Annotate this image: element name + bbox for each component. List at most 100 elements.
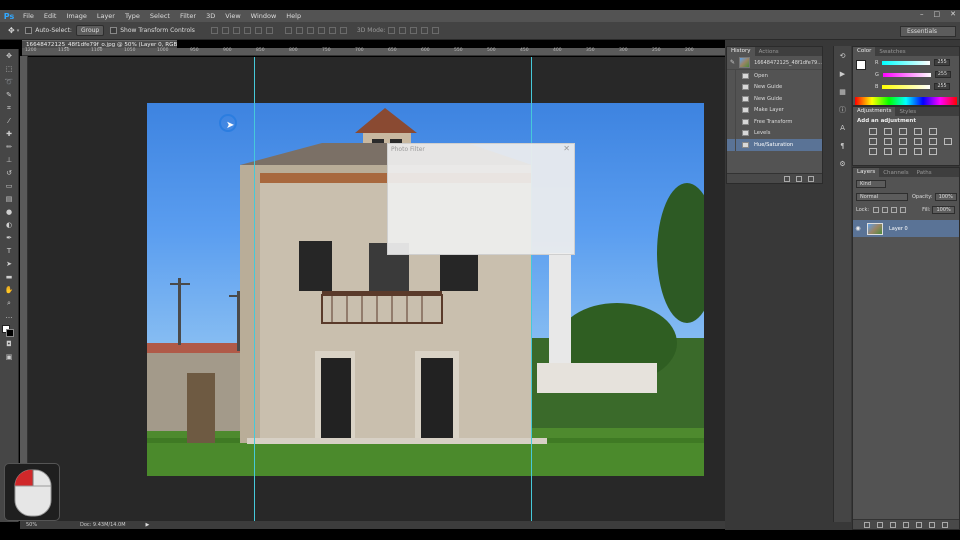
opacity-field[interactable]: 100%	[934, 192, 957, 201]
vertical-guide-left[interactable]	[254, 57, 255, 522]
actions-panel-icon[interactable]: ▶	[838, 69, 848, 79]
tab-color[interactable]: Color	[853, 47, 876, 56]
workspace-dropdown[interactable]: Essentials	[900, 26, 956, 37]
visibility-eye-icon[interactable]: ◉	[853, 225, 863, 232]
move-tool-icon[interactable]: ✥	[8, 26, 15, 35]
align-top-icon[interactable]	[210, 27, 218, 34]
type-tool-icon[interactable]: T	[4, 246, 15, 256]
history-step-free-transform[interactable]: Free Transform	[727, 116, 822, 128]
layer-row[interactable]: ◉ Layer 0	[853, 220, 959, 237]
eyedropper-tool-icon[interactable]: ⁄	[4, 116, 15, 126]
menu-window[interactable]: Window	[251, 12, 277, 20]
distribute-left-icon[interactable]	[317, 27, 325, 34]
history-panel-icon[interactable]: ⟲	[838, 51, 848, 61]
distribute-bottom-icon[interactable]	[306, 27, 314, 34]
gradient-tool-icon[interactable]: ▤	[4, 194, 15, 204]
channel-mixer-icon[interactable]	[929, 138, 937, 145]
exposure-icon[interactable]	[914, 128, 922, 135]
3d-rotate-icon[interactable]	[387, 27, 395, 34]
pen-tool-icon[interactable]: ✒	[4, 233, 15, 243]
distribute-vcenter-icon[interactable]	[295, 27, 303, 34]
fill-field[interactable]: 100%	[932, 205, 955, 214]
new-layer-icon[interactable]	[929, 521, 935, 528]
layer-style-icon[interactable]	[877, 521, 883, 528]
add-mask-icon[interactable]	[890, 521, 896, 528]
tab-adjustments[interactable]: Adjustments	[853, 107, 896, 116]
blur-tool-icon[interactable]: ●	[4, 207, 15, 217]
quick-mask-icon[interactable]: ◘	[4, 339, 15, 349]
history-step-new-guide[interactable]: New Guide	[727, 81, 822, 93]
path-select-tool-icon[interactable]: ➤	[4, 259, 15, 269]
lasso-tool-icon[interactable]: ➰	[4, 77, 15, 87]
tool-presets-icon[interactable]: ⚙	[838, 159, 848, 169]
selective-color-icon[interactable]	[929, 148, 937, 155]
menu-3d[interactable]: 3D	[206, 12, 215, 20]
info-panel-icon[interactable]: ⓘ	[838, 105, 848, 115]
3d-pan-icon[interactable]	[409, 27, 417, 34]
curves-icon[interactable]	[899, 128, 907, 135]
history-step-hue-saturation[interactable]: Hue/Saturation	[727, 139, 822, 151]
crop-tool-icon[interactable]: ⌗	[4, 103, 15, 113]
align-right-icon[interactable]	[265, 27, 273, 34]
new-document-from-state-icon[interactable]	[784, 175, 790, 182]
lock-position-icon[interactable]	[891, 206, 898, 213]
close-icon[interactable]: ✕	[563, 144, 570, 153]
quick-select-tool-icon[interactable]: ✎	[4, 90, 15, 100]
color-spectrum-ramp[interactable]	[855, 97, 957, 105]
tab-layers[interactable]: Layers	[853, 168, 880, 177]
delete-layer-icon[interactable]	[942, 521, 948, 528]
foreground-color-box[interactable]	[856, 60, 866, 70]
color-balance-icon[interactable]	[884, 138, 892, 145]
red-slider[interactable]	[882, 60, 931, 65]
blend-mode-dropdown[interactable]: Normal	[856, 192, 908, 201]
menu-edit[interactable]: Edit	[44, 12, 57, 20]
menu-view[interactable]: View	[225, 12, 240, 20]
show-transform-checkbox[interactable]	[110, 27, 118, 34]
background-color-swatch[interactable]	[6, 329, 14, 337]
3d-scale-icon[interactable]	[431, 27, 439, 34]
menu-select[interactable]: Select	[150, 12, 170, 20]
history-brush-tool-icon[interactable]: ↺	[4, 168, 15, 178]
screen-mode-icon[interactable]: ▣	[4, 352, 15, 362]
menu-type[interactable]: Type	[125, 12, 140, 20]
zoom-tool-icon[interactable]: ⌕	[4, 298, 15, 308]
hue-saturation-icon[interactable]	[869, 138, 877, 145]
distribute-hcenter-icon[interactable]	[328, 27, 336, 34]
layer-name[interactable]: Layer 0	[889, 226, 908, 232]
align-hcenter-icon[interactable]	[254, 27, 262, 34]
vertical-guide-right[interactable]	[531, 57, 532, 522]
paragraph-panel-icon[interactable]: ¶	[838, 141, 848, 151]
auto-select-dropdown[interactable]: Group	[75, 25, 105, 36]
horizontal-ruler[interactable]: 1200 1150 1100 1050 1000 950 900 850 800…	[22, 48, 725, 56]
layer-kind-filter[interactable]: Kind	[856, 179, 886, 188]
history-snapshot[interactable]: ✎ 16648472125_48f1dfe79...	[727, 56, 822, 70]
lock-all-icon[interactable]	[900, 206, 907, 213]
clone-stamp-tool-icon[interactable]: ⊥	[4, 155, 15, 165]
tab-paths[interactable]: Paths	[913, 170, 936, 176]
menu-filter[interactable]: Filter	[180, 12, 196, 20]
align-bottom-icon[interactable]	[232, 27, 240, 34]
dodge-tool-icon[interactable]: ◐	[4, 220, 15, 230]
invert-icon[interactable]	[869, 148, 877, 155]
menu-file[interactable]: File	[23, 12, 34, 20]
history-step-new-guide-2[interactable]: New Guide	[727, 93, 822, 105]
vertical-ruler[interactable]	[20, 56, 28, 522]
new-group-icon[interactable]	[916, 521, 922, 528]
eraser-tool-icon[interactable]: ▭	[4, 181, 15, 191]
maximize-icon[interactable]: □	[934, 10, 941, 18]
green-slider[interactable]	[882, 72, 931, 77]
lock-transparent-icon[interactable]	[873, 206, 880, 213]
photo-filter-icon[interactable]	[914, 138, 922, 145]
photo-filter-dialog[interactable]: Photo Filter ✕	[387, 143, 575, 255]
tab-styles[interactable]: Styles	[895, 109, 920, 115]
gradient-map-icon[interactable]	[914, 148, 922, 155]
vibrance-icon[interactable]	[929, 128, 937, 135]
shape-tool-icon[interactable]: ▬	[4, 272, 15, 282]
lock-image-icon[interactable]	[882, 206, 889, 213]
brush-tool-icon[interactable]: ✏	[4, 142, 15, 152]
healing-tool-icon[interactable]: ✚	[4, 129, 15, 139]
menu-image[interactable]: Image	[66, 12, 86, 20]
color-lookup-icon[interactable]	[944, 138, 952, 145]
posterize-icon[interactable]	[884, 148, 892, 155]
levels-icon[interactable]	[884, 128, 892, 135]
